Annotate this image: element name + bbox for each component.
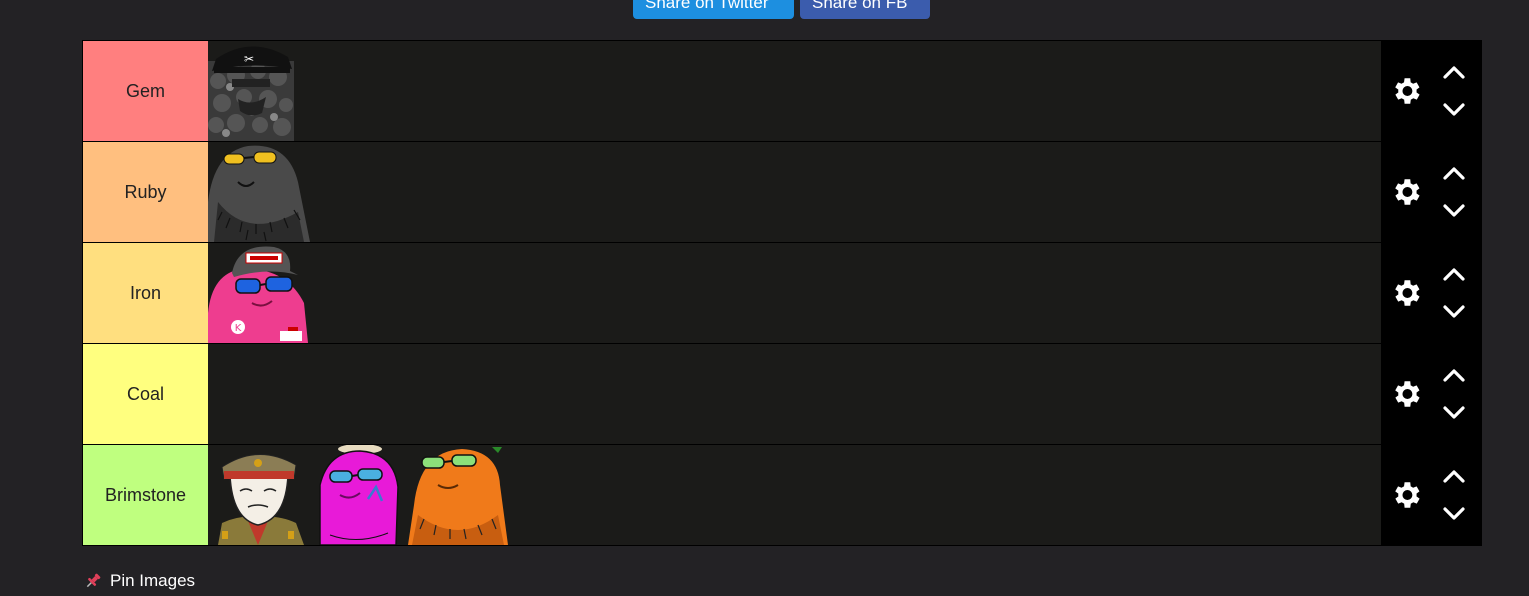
tier-item-soviet-general-wojak[interactable] — [208, 445, 308, 545]
share-twitter-button[interactable]: Share on Twitter — [633, 0, 794, 19]
chevron-up-icon[interactable] — [1443, 469, 1465, 483]
chevron-up-icon[interactable] — [1443, 368, 1465, 382]
tier-item-gray-wojak-yellow-glasses[interactable] — [208, 142, 310, 242]
tier-item-pirate-rock-wojak[interactable]: ✂ — [208, 41, 294, 141]
tier-row-gem: Gem ✂ — [83, 41, 1481, 141]
share-fb-button[interactable]: Share on FB — [800, 0, 930, 19]
tier-controls-ruby — [1381, 142, 1481, 242]
tier-label-brimstone[interactable]: Brimstone — [83, 445, 208, 545]
tier-label-ruby[interactable]: Ruby — [83, 142, 208, 242]
tier-item-orange-wojak[interactable] — [408, 445, 508, 545]
pin-images-label: Pin Images — [110, 571, 196, 590]
chevron-down-icon[interactable] — [1443, 305, 1465, 319]
chevron-up-icon[interactable] — [1443, 166, 1465, 180]
tier-label-coal[interactable]: Coal — [83, 344, 208, 444]
gear-icon[interactable] — [1389, 276, 1423, 310]
chevron-up-icon[interactable] — [1443, 65, 1465, 79]
gear-icon[interactable] — [1389, 377, 1423, 411]
chevron-down-icon[interactable] — [1443, 103, 1465, 117]
tier-items-brimstone[interactable] — [208, 445, 1381, 545]
share-bar: Share on Twitter Share on FB — [633, 0, 930, 19]
tier-list: Gem ✂ Ruby Iron K Coal Brimstone — [82, 40, 1482, 546]
tier-row-brimstone: Brimstone — [83, 445, 1481, 545]
tier-label-gem[interactable]: Gem — [83, 41, 208, 141]
tier-items-ruby[interactable] — [208, 142, 1381, 242]
svg-text:✂: ✂ — [244, 52, 254, 66]
tier-controls-coal — [1381, 344, 1481, 444]
pushpin-icon — [86, 573, 101, 588]
tier-controls-iron — [1381, 243, 1481, 343]
tier-items-coal[interactable] — [208, 344, 1381, 444]
chevron-up-icon[interactable] — [1443, 267, 1465, 281]
chevron-down-icon[interactable] — [1443, 507, 1465, 521]
tier-controls-gem — [1381, 41, 1481, 141]
tier-items-gem[interactable]: ✂ — [208, 41, 1381, 141]
chevron-down-icon[interactable] — [1443, 204, 1465, 218]
gear-icon[interactable] — [1389, 74, 1423, 108]
tier-row-ruby: Ruby — [83, 142, 1481, 242]
pin-images-toggle[interactable]: Pin Images — [84, 571, 195, 591]
tier-items-iron[interactable]: K — [208, 243, 1381, 343]
gear-icon[interactable] — [1389, 175, 1423, 209]
gear-icon[interactable] — [1389, 478, 1423, 512]
tier-controls-brimstone — [1381, 445, 1481, 545]
tier-item-magenta-wojak[interactable] — [308, 445, 408, 545]
tier-item-pink-wojak-cap[interactable]: K — [208, 243, 308, 343]
tier-row-iron: Iron K — [83, 243, 1481, 343]
tier-row-coal: Coal — [83, 344, 1481, 444]
svg-text:K: K — [235, 323, 242, 334]
tier-label-iron[interactable]: Iron — [83, 243, 208, 343]
chevron-down-icon[interactable] — [1443, 406, 1465, 420]
